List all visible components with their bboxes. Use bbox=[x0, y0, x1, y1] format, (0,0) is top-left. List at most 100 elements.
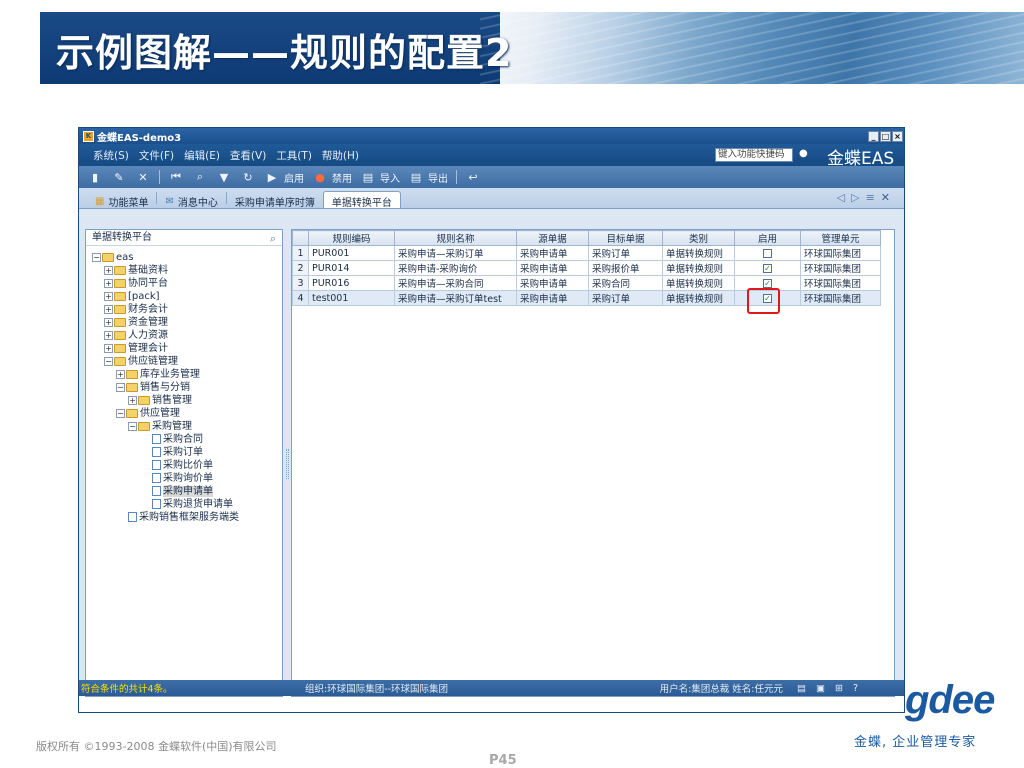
tree-node-purchase-return-request[interactable]: 采购退货申请单 bbox=[152, 499, 233, 511]
tab-purchase-request-list[interactable]: 采购申请单序时簿 bbox=[227, 191, 323, 209]
close-icon[interactable]: × bbox=[892, 130, 903, 142]
cell-name[interactable]: 采购申请—采购合同 bbox=[394, 275, 517, 291]
tree-node-purchase-inquiry[interactable]: 采购询价单 bbox=[152, 473, 213, 485]
enabled-checkbox[interactable]: ✓ bbox=[763, 278, 772, 288]
tree-node-purchase-contract[interactable]: 采购合同 bbox=[152, 434, 203, 446]
cell-name[interactable]: 采购申请—采购订单test bbox=[394, 290, 517, 306]
export-button[interactable]: 导出 bbox=[428, 170, 448, 185]
search-icon[interactable]: ⌕ bbox=[270, 231, 276, 247]
tree-node-management-accounting[interactable]: + 管理会计 bbox=[104, 343, 168, 355]
enable-icon[interactable]: ▶ bbox=[265, 170, 279, 184]
maximize-icon[interactable]: □ bbox=[880, 130, 891, 142]
import-icon[interactable]: ▤ bbox=[361, 170, 375, 184]
tree-node-treasury[interactable]: + 资金管理 bbox=[104, 317, 168, 329]
tab-list-icon[interactable]: ≡ bbox=[866, 191, 881, 204]
tree-node-inventory[interactable]: + 库存业务管理 bbox=[116, 369, 200, 381]
edit-icon[interactable]: ✎ bbox=[112, 170, 126, 184]
tab-message-center[interactable]: ✉ 消息中心 bbox=[157, 191, 225, 209]
calendar-icon[interactable]: ▤ bbox=[797, 683, 816, 694]
table-row[interactable]: 3 PUR016 采购申请—采购合同 采购申请单 采购合同 单据转换规则 ✓ 环… bbox=[292, 275, 881, 291]
cell-name[interactable]: 采购申请-采购询价 bbox=[394, 260, 517, 276]
quick-code-input[interactable]: 键入功能快捷码 bbox=[715, 148, 793, 162]
column-header-target[interactable]: 目标单据 bbox=[588, 230, 663, 246]
tree-node-purchase-order[interactable]: 采购订单 bbox=[152, 447, 203, 459]
cell-unit[interactable]: 环球国际集团 bbox=[800, 275, 881, 291]
expand-icon[interactable]: + bbox=[128, 395, 137, 405]
collapse-icon[interactable]: − bbox=[116, 408, 125, 418]
cell-enabled[interactable] bbox=[734, 245, 801, 261]
table-row[interactable]: 2 PUR014 采购申请-采购询价 采购申请单 采购报价单 单据转换规则 ✓ … bbox=[292, 260, 881, 276]
tree-node-purchase-comparison[interactable]: 采购比价单 bbox=[152, 460, 213, 472]
tree-node-pack[interactable]: + [pack] bbox=[104, 291, 160, 303]
expand-icon[interactable]: + bbox=[104, 278, 113, 288]
cell-target[interactable]: 采购订单 bbox=[588, 290, 663, 306]
cell-unit[interactable]: 环球国际集团 bbox=[800, 290, 881, 306]
cell-code[interactable]: PUR016 bbox=[308, 275, 395, 291]
collapse-icon[interactable]: − bbox=[116, 382, 125, 392]
menu-edit[interactable]: 编辑(E) bbox=[184, 148, 220, 163]
menu-help[interactable]: 帮助(H) bbox=[322, 148, 359, 163]
table-row-selected[interactable]: 4 test001 采购申请—采购订单test 采购申请单 采购订单 单据转换规… bbox=[292, 290, 881, 306]
cell-code[interactable]: PUR001 bbox=[308, 245, 395, 261]
expand-icon[interactable]: + bbox=[104, 304, 113, 314]
menu-tools[interactable]: 工具(T) bbox=[276, 148, 312, 163]
tree-node-sales-management[interactable]: + 销售管理 bbox=[128, 395, 192, 407]
help-icon[interactable]: ? bbox=[853, 683, 868, 694]
tree-node-finance[interactable]: + 财务会计 bbox=[104, 304, 168, 316]
expand-icon[interactable]: + bbox=[104, 265, 113, 275]
search-icon[interactable]: ● bbox=[799, 148, 809, 159]
menu-system[interactable]: 系统(S) bbox=[93, 148, 129, 163]
tree-node-sales-distribution[interactable]: − 销售与分销 bbox=[116, 382, 190, 394]
message-icon[interactable]: ▣ bbox=[816, 683, 835, 694]
column-header-enabled[interactable]: 启用 bbox=[734, 230, 801, 246]
new-icon[interactable]: ▮ bbox=[88, 170, 102, 184]
enable-button[interactable]: 启用 bbox=[284, 170, 304, 185]
collapse-icon[interactable]: − bbox=[104, 356, 113, 366]
collapse-icon[interactable]: − bbox=[92, 252, 101, 262]
expand-icon[interactable]: + bbox=[104, 343, 113, 353]
tree-node-supply-management[interactable]: − 供应管理 bbox=[116, 408, 180, 420]
enabled-checkbox[interactable]: ✓ bbox=[763, 263, 772, 273]
column-header-category[interactable]: 类别 bbox=[662, 230, 735, 246]
delete-icon[interactable]: ✕ bbox=[136, 170, 150, 184]
next-tab-icon[interactable]: ▷ bbox=[851, 191, 865, 204]
cell-category[interactable]: 单据转换规则 bbox=[662, 260, 735, 276]
prev-tab-icon[interactable]: ◁ bbox=[837, 191, 851, 204]
menu-file[interactable]: 文件(F) bbox=[139, 148, 174, 163]
tree-node-purchase-management[interactable]: − 采购管理 bbox=[128, 421, 192, 433]
tab-function-menu[interactable]: ▦ 功能菜单 bbox=[87, 191, 156, 209]
minimize-icon[interactable]: _ bbox=[868, 130, 879, 142]
disable-icon[interactable]: ● bbox=[313, 170, 327, 184]
tree-node-supply-chain[interactable]: − 供应链管理 bbox=[104, 356, 178, 368]
export-icon[interactable]: ▤ bbox=[409, 170, 423, 184]
exit-icon[interactable]: ↩ bbox=[466, 170, 480, 184]
cell-source[interactable]: 采购申请单 bbox=[516, 260, 589, 276]
column-header-name[interactable]: 规则名称 bbox=[394, 230, 517, 246]
cell-code[interactable]: PUR014 bbox=[308, 260, 395, 276]
cell-category[interactable]: 单据转换规则 bbox=[662, 245, 735, 261]
disable-button[interactable]: 禁用 bbox=[332, 170, 352, 185]
cell-target[interactable]: 采购订单 bbox=[588, 245, 663, 261]
cell-unit[interactable]: 环球国际集团 bbox=[800, 245, 881, 261]
refresh-icon[interactable]: ↻ bbox=[241, 170, 255, 184]
column-header-source[interactable]: 源单据 bbox=[516, 230, 589, 246]
tree-node-purchase-request[interactable]: 采购申请单 bbox=[152, 486, 213, 498]
panel-splitter[interactable] bbox=[286, 449, 289, 479]
expand-icon[interactable]: + bbox=[116, 369, 125, 379]
enabled-checkbox[interactable] bbox=[763, 248, 772, 258]
collapse-icon[interactable]: − bbox=[128, 421, 137, 431]
menu-view[interactable]: 查看(V) bbox=[230, 148, 266, 163]
cell-code[interactable]: test001 bbox=[308, 290, 395, 306]
tab-bill-conversion[interactable]: 单据转换平台 bbox=[322, 191, 401, 209]
first-icon[interactable]: ⏮ bbox=[169, 170, 183, 184]
table-row[interactable]: 1 PUR001 采购申请—采购订单 采购申请单 采购订单 单据转换规则 环球国… bbox=[292, 245, 881, 261]
column-header-unit[interactable]: 管理单元 bbox=[800, 230, 881, 246]
expand-icon[interactable]: + bbox=[104, 317, 113, 327]
cell-source[interactable]: 采购申请单 bbox=[516, 275, 589, 291]
tree-node-collaboration[interactable]: + 协同平台 bbox=[104, 278, 168, 290]
cell-source[interactable]: 采购申请单 bbox=[516, 290, 589, 306]
cell-source[interactable]: 采购申请单 bbox=[516, 245, 589, 261]
close-tab-icon[interactable]: ✕ bbox=[881, 191, 896, 204]
tree-node-purchase-sales-framework[interactable]: 采购销售框架服务端类 bbox=[128, 512, 239, 524]
cell-name[interactable]: 采购申请—采购订单 bbox=[394, 245, 517, 261]
